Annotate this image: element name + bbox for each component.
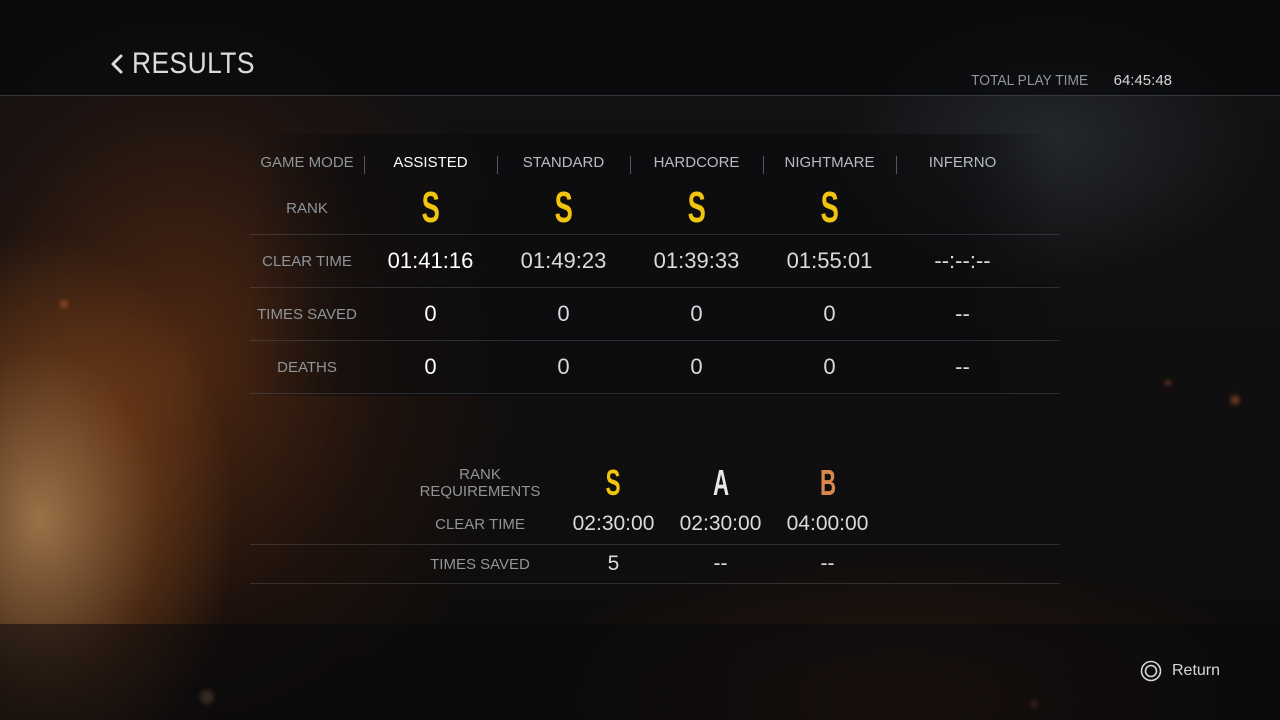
return-label: Return (1172, 662, 1221, 679)
requirement-rank-s: S (606, 462, 621, 503)
deaths-row: DEATHS 0 0 0 0 -- (250, 341, 1060, 394)
divider (497, 155, 498, 174)
clear-time-hardcore: 01:39:33 (653, 248, 740, 273)
total-play-time: TOTAL PLAY TIME 64:45:48 (966, 72, 1172, 89)
deaths-nightmare: 0 (823, 354, 836, 379)
times-saved-hardcore: 0 (690, 301, 703, 326)
requirement-times-saved-b: -- (820, 552, 835, 575)
rank-badge-assisted: S (421, 183, 440, 232)
deaths-standard: 0 (557, 354, 570, 379)
tab-hardcore-label: HARDCORE (653, 153, 740, 171)
deaths-label: DEATHS (277, 358, 337, 376)
deaths-assisted: 0 (424, 354, 437, 379)
requirement-clear-time-row: CLEAR TIME 02:30:00 02:30:00 04:00:00 (250, 504, 1060, 545)
times-saved-nightmare: 0 (823, 301, 836, 326)
divider (630, 155, 631, 174)
times-saved-inferno: -- (955, 301, 970, 326)
rank-requirements-label: RANK REQUIREMENTS (419, 466, 541, 500)
requirement-clear-time-s: 02:30:00 (572, 512, 655, 535)
tab-assisted[interactable]: ASSISTED (364, 153, 497, 174)
tab-inferno-label: INFERNO (928, 153, 997, 171)
deaths-hardcore: 0 (690, 354, 703, 379)
clear-time-label: CLEAR TIME (262, 252, 352, 270)
times-saved-standard: 0 (557, 301, 570, 326)
circle-button-icon (1140, 660, 1162, 682)
total-play-time-value: 64:45:48 (1113, 72, 1172, 89)
requirement-clear-time-a: 02:30:00 (679, 512, 762, 535)
page-title: RESULTS (132, 47, 255, 80)
footer-bar (0, 624, 1280, 720)
rank-row: RANK S S S S (250, 182, 1060, 235)
deaths-inferno: -- (955, 354, 970, 379)
chevron-left-icon (111, 54, 123, 74)
requirement-rank-b: B (819, 462, 836, 503)
game-mode-row: GAME MODE ASSISTED STANDARD HARDCORE NIG… (250, 148, 1060, 176)
requirement-times-saved-s: 5 (607, 552, 620, 575)
divider (896, 155, 897, 174)
rank-badge-standard: S (554, 183, 573, 232)
requirement-times-saved-a: -- (713, 552, 728, 575)
tab-hardcore[interactable]: HARDCORE (630, 153, 763, 174)
rank-requirements-header: RANK REQUIREMENTS S A B (250, 462, 1060, 504)
clear-time-standard: 01:49:23 (520, 248, 607, 273)
rank-badge-hardcore: S (687, 183, 706, 232)
tab-assisted-label: ASSISTED (393, 153, 468, 171)
clear-time-row: CLEAR TIME 01:41:16 01:49:23 01:39:33 01… (250, 235, 1060, 288)
divider (763, 155, 764, 174)
rank-label: RANK (286, 199, 328, 217)
rank-badge-nightmare: S (820, 183, 839, 232)
requirement-rank-a: A (712, 462, 729, 503)
requirement-clear-time-label: CLEAR TIME (435, 515, 525, 533)
tab-standard[interactable]: STANDARD (497, 153, 630, 174)
times-saved-row: TIMES SAVED 0 0 0 0 -- (250, 288, 1060, 341)
requirement-times-saved-row: TIMES SAVED 5 -- -- (250, 545, 1060, 584)
results-screen: RESULTS TOTAL PLAY TIME 64:45:48 GAME MO… (0, 0, 1280, 720)
requirement-times-saved-label: TIMES SAVED (430, 555, 530, 573)
divider (364, 155, 365, 174)
tab-nightmare[interactable]: NIGHTMARE (763, 153, 896, 174)
clear-time-assisted: 01:41:16 (387, 248, 474, 273)
clear-time-nightmare: 01:55:01 (786, 248, 873, 273)
clear-time-inferno: --:--:-- (934, 248, 991, 273)
times-saved-assisted: 0 (424, 301, 437, 326)
return-button[interactable]: Return (1140, 660, 1220, 682)
game-mode-label: GAME MODE (260, 153, 354, 171)
tab-standard-label: STANDARD (522, 153, 605, 171)
tab-nightmare-label: NIGHTMARE (784, 153, 875, 171)
total-play-time-label: TOTAL PLAY TIME (971, 72, 1089, 89)
requirement-clear-time-b: 04:00:00 (786, 512, 869, 535)
times-saved-label: TIMES SAVED (257, 305, 357, 323)
tab-inferno[interactable]: INFERNO (896, 153, 1029, 174)
back-button[interactable]: RESULTS (108, 46, 272, 82)
